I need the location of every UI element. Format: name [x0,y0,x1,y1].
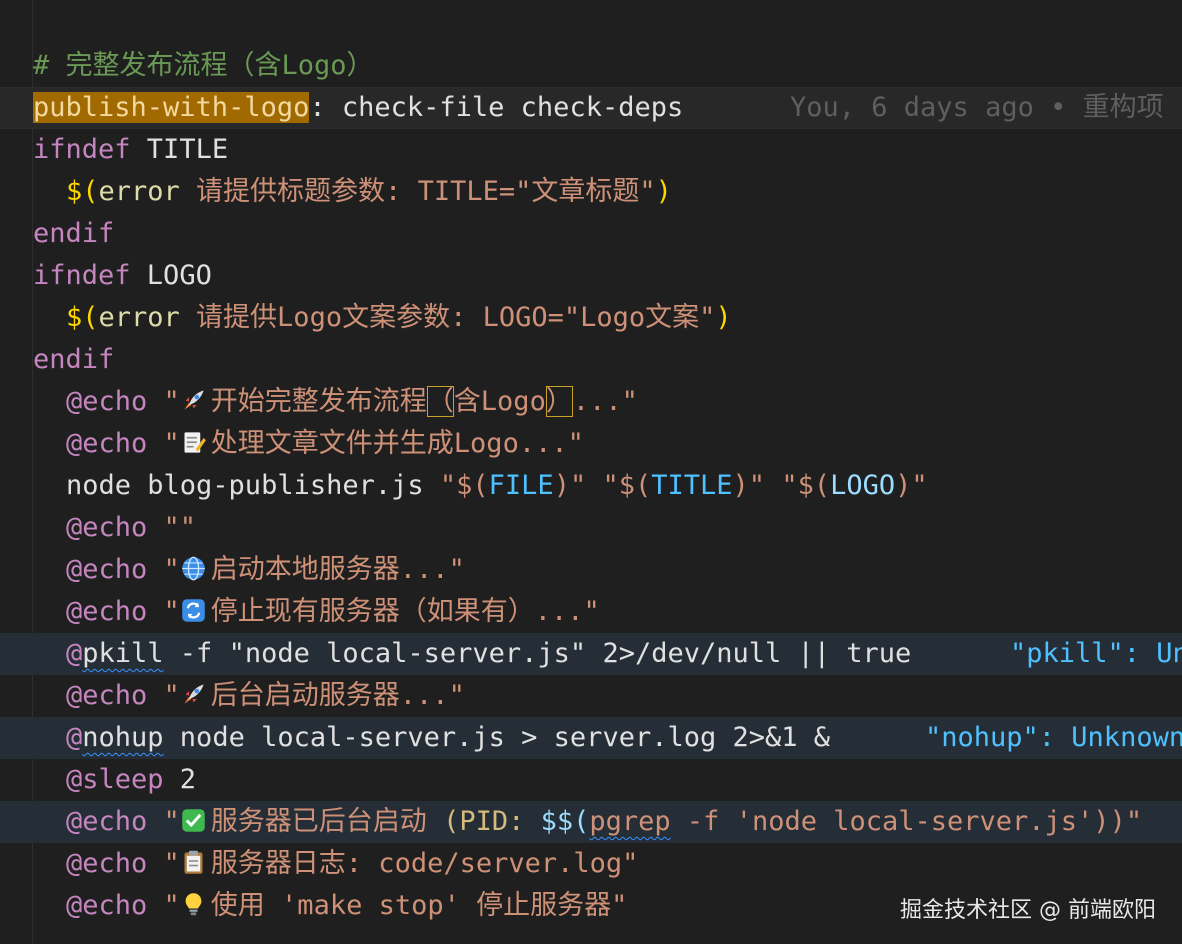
unknown-word-warning[interactable]: pgrep [589,806,670,837]
clipboard-icon [180,847,207,874]
variable-ref: FILE [488,470,554,501]
code-line[interactable]: ifndef LOGO [0,255,1182,297]
code-line[interactable]: @echo "" [0,507,1182,549]
code-line-diagnostic[interactable]: @pkill -f "node local-server.js" 2>/dev/… [0,633,1182,675]
inline-diagnostic[interactable]: "nohup": Unknown [925,717,1182,759]
ifndef-keyword: ifndef [33,134,131,165]
globe-icon [180,553,207,581]
endif-keyword: endif [33,218,115,249]
code-line[interactable]: @echo " 处理文章文件并生成Logo..." [0,423,1182,465]
code-line[interactable]: @sleep 2 [0,759,1182,801]
watermark: 掘金技术社区 @ 前端欧阳 [900,898,1156,923]
check-icon [180,805,207,832]
code-line[interactable]: @echo " 启动本地服务器..." [0,549,1182,591]
code-line[interactable]: endif [0,213,1182,255]
bracket-match: ） [545,386,573,417]
rocket-icon [180,385,207,412]
code-line[interactable]: $(error 请提供标题参数: TITLE="文章标题") [0,171,1182,213]
refresh-icon [180,595,207,622]
unknown-word-warning[interactable]: pkill [82,638,163,669]
code-line[interactable]: endif [0,339,1182,381]
ifndef-keyword: ifndef [33,260,131,291]
code-line-diagnostic[interactable]: @nohup node local-server.js > server.log… [0,717,1182,759]
target-line: publish-with-logo: check-file check-deps [33,92,684,123]
lightbulb-icon [180,889,207,916]
code-editor[interactable]: # 完整发布流程（含Logo） publish-with-logo: check… [0,0,1182,944]
code-line[interactable]: node blog-publisher.js "$(FILE)" "$(TITL… [0,465,1182,507]
code-line-current[interactable]: publish-with-logo: check-file check-deps… [0,87,1182,129]
target-name: publish-with-logo [33,92,310,123]
target-deps: check-file check-deps [325,92,684,123]
inline-diagnostic[interactable]: "pkill": Un [1010,633,1182,675]
code-line[interactable]: ifndef TITLE [0,129,1182,171]
code-line[interactable]: # 完整发布流程（含Logo） [0,45,1182,87]
code-line[interactable]: @echo " 服务器日志: code/server.log" [0,843,1182,885]
code-line[interactable]: @echo " 停止现有服务器（如果有）..." [0,591,1182,633]
error-function: error [98,176,180,207]
rocket-icon [180,679,207,706]
variable-ref: TITLE [651,470,733,501]
code-line[interactable]: @echo " 后台启动服务器..." [0,675,1182,717]
comment-text: # 完整发布流程（含Logo） [33,50,374,81]
git-blame-annotation[interactable]: You, 6 days ago • 重构项 [790,87,1164,129]
variable-ref: LOGO [830,470,896,501]
memo-icon [180,427,207,454]
error-function: error [98,302,180,333]
endif-keyword: endif [33,344,115,375]
code-line-diagnostic[interactable]: @echo " 服务器已后台启动 (PID: $$(pgrep -f 'node … [0,801,1182,843]
bracket-match: （ [426,386,454,417]
code-line[interactable]: $(error 请提供Logo文案参数: LOGO="Logo文案") [0,297,1182,339]
code-line[interactable]: @echo " 开始完整发布流程（含Logo）..." [0,381,1182,423]
unknown-word-warning[interactable]: nohup [82,722,163,753]
